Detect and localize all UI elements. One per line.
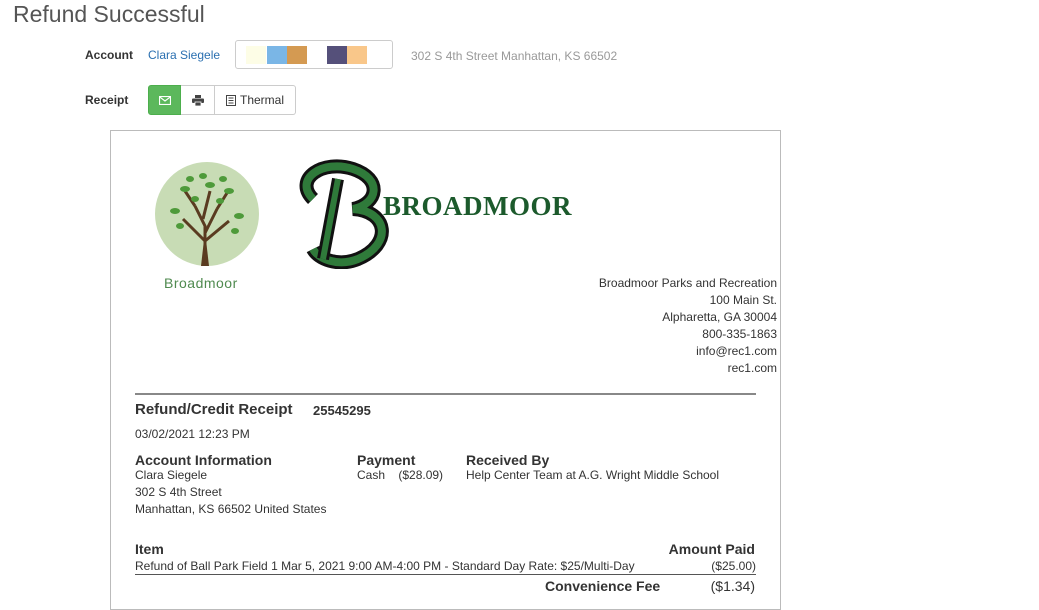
org-street: 100 Main St.: [709, 293, 777, 307]
payment-amount: ($28.09): [398, 468, 444, 482]
swatch-3: [287, 46, 307, 64]
receipt-button-group: Thermal: [148, 85, 296, 115]
convenience-fee-amount: ($1.34): [710, 578, 755, 594]
receipt-title: Refund/Credit Receipt: [135, 401, 293, 418]
account-info-street: 302 S 4th Street: [135, 485, 222, 499]
print-receipt-button[interactable]: [181, 85, 215, 115]
document-icon: [225, 94, 236, 106]
amount-column-header: Amount Paid: [668, 541, 755, 557]
account-info-block: Clara Siegele 302 S 4th Street Manhattan…: [135, 467, 326, 518]
account-info-name: Clara Siegele: [135, 468, 208, 482]
received-by-heading: Received By: [466, 452, 550, 468]
payment-heading: Payment: [357, 452, 416, 468]
receipt-preview: Broadmoor BROADMOOR Broadmoor Parks and …: [110, 130, 781, 610]
logo-caption: Broadmoor: [164, 275, 238, 291]
swatch-4: [327, 46, 347, 64]
page-title: Refund Successful: [13, 1, 205, 27]
payment-block: Cash ($28.09): [357, 467, 443, 484]
swatch-2: [267, 46, 287, 64]
org-email: info@rec1.com: [696, 344, 777, 358]
swatch-5: [347, 46, 367, 64]
account-address: 302 S 4th Street Manhattan, KS 66502: [411, 49, 618, 63]
tree-logo-icon: [155, 162, 259, 266]
line-item: Refund of Ball Park Field 1 Mar 5, 2021 …: [135, 559, 756, 575]
email-receipt-button[interactable]: [148, 85, 181, 115]
swatch-1: [246, 46, 266, 64]
org-name: Broadmoor Parks and Recreation: [598, 276, 777, 290]
convenience-fee-label: Convenience Fee: [545, 578, 661, 594]
account-info-heading: Account Information: [135, 452, 272, 468]
printer-icon: [191, 94, 204, 106]
item-column-header: Item: [135, 541, 164, 557]
receipt-number: 25545295: [313, 403, 371, 418]
org-city: Alpharetta, GA 30004: [662, 310, 777, 324]
account-color-swatches: [235, 40, 393, 69]
payment-method: Cash: [357, 468, 386, 482]
thermal-label: Thermal: [239, 93, 284, 107]
envelope-icon: [158, 95, 171, 105]
thermal-receipt-button[interactable]: Thermal: [215, 85, 296, 115]
account-name-link[interactable]: Clara Siegele: [148, 48, 220, 62]
organization-info: Broadmoor Parks and Recreation 100 Main …: [599, 275, 777, 377]
header-divider: [135, 393, 756, 395]
org-phone: 800-335-1863: [702, 327, 777, 341]
org-website: rec1.com: [727, 361, 777, 375]
line-item-amount: ($25.00): [711, 559, 756, 573]
brand-wordmark: BROADMOOR: [383, 191, 572, 221]
account-info-city: Manhattan, KS 66502 United States: [135, 502, 327, 516]
receipt-date: 03/02/2021 12:23 PM: [135, 427, 250, 441]
account-label: Account: [85, 48, 133, 62]
receipt-label: Receipt: [85, 93, 129, 107]
line-item-description: Refund of Ball Park Field 1 Mar 5, 2021 …: [135, 559, 635, 573]
received-by-value: Help Center Team at A.G. Wright Middle S…: [466, 468, 720, 482]
